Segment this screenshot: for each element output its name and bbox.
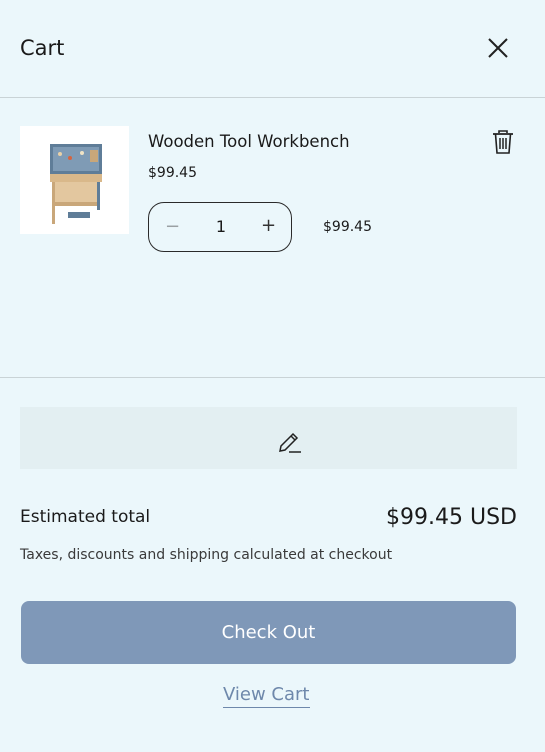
page-title: Cart [20,36,65,60]
checkout-button[interactable]: Check Out [21,601,516,664]
cart-item: Wooden Tool Workbench $99.45 − 1 + $99.4… [0,98,545,378]
estimated-total-label: Estimated total [20,507,151,527]
tax-note: Taxes, discounts and shipping calculated… [20,547,393,563]
estimated-total-value: $99.45 USD [386,505,517,530]
unit-price: $99.45 [148,165,197,181]
line-total: $99.45 [323,219,372,235]
product-thumbnail[interactable] [20,126,129,234]
quantity-stepper: − 1 + [148,202,292,252]
view-cart-link[interactable]: View Cart [223,684,310,708]
trash-icon[interactable] [491,129,515,155]
increment-button[interactable]: + [261,215,276,236]
cart-header: Cart [0,0,545,98]
close-icon[interactable] [486,36,510,60]
product-name[interactable]: Wooden Tool Workbench [148,132,350,151]
order-note-button[interactable] [20,407,517,469]
pencil-icon [279,432,301,453]
